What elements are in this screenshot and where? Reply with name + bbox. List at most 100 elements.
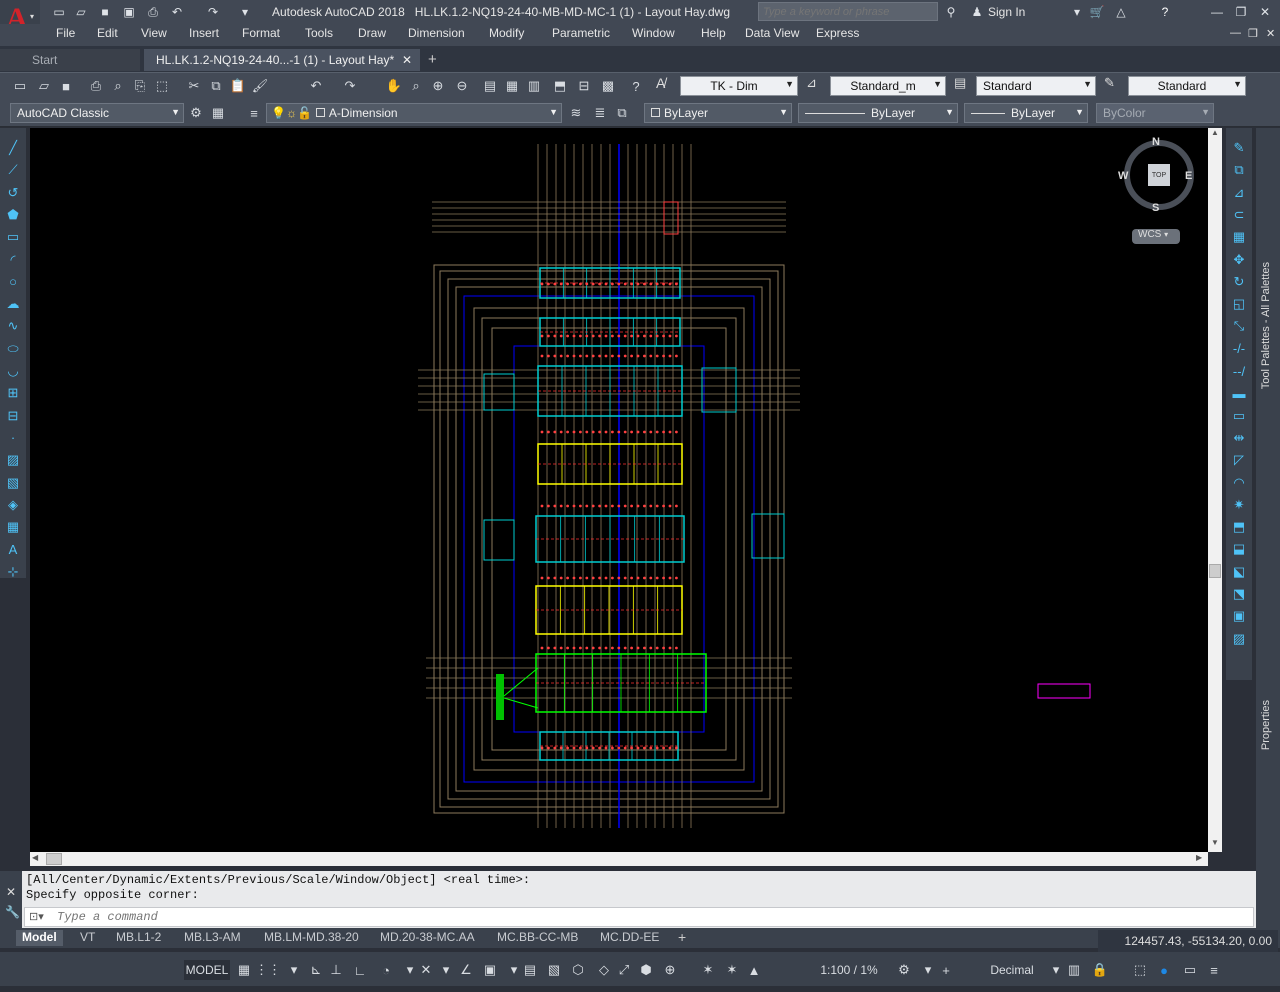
quick-properties-icon[interactable]: ▥	[1064, 960, 1084, 980]
trim-icon[interactable]: -/-	[1228, 339, 1250, 359]
zoom-window-icon[interactable]: ⊕	[428, 76, 448, 96]
close-icon[interactable]: ✕	[6, 885, 16, 899]
menu-parametric[interactable]: Parametric	[552, 26, 610, 40]
layout-tab[interactable]: MD.20-38-MC.AA	[374, 930, 481, 946]
help-icon[interactable]: ?	[626, 76, 646, 96]
plot-icon[interactable]: ⎙	[86, 76, 106, 96]
rotate-icon[interactable]: ↻	[1228, 272, 1250, 292]
units-button[interactable]: Decimal	[982, 960, 1042, 980]
command-window-handle[interactable]: ✕ 🔧	[0, 871, 22, 929]
search-input[interactable]	[759, 3, 937, 20]
break-icon[interactable]: ▭	[1228, 406, 1250, 426]
layout-tab[interactable]: MB.L3-AM	[178, 930, 247, 946]
menu-format[interactable]: Format	[242, 26, 280, 40]
annotation-visibility-icon[interactable]: ✶	[698, 960, 718, 980]
menu-dimension[interactable]: Dimension	[408, 26, 465, 40]
layer-combo[interactable]: 💡☼🔓 A-Dimension ▼	[266, 103, 562, 123]
wcs-menu[interactable]: WCS ▾	[1132, 229, 1180, 244]
scroll-left-icon[interactable]: ◀	[32, 853, 38, 862]
user-icon[interactable]: ♟	[968, 3, 986, 21]
layout-tab[interactable]: MC.DD-EE	[594, 930, 665, 946]
coordinates-readout[interactable]: 124457.43, -55134.20, 0.00	[1098, 930, 1278, 952]
autoscale-icon[interactable]: ✶	[722, 960, 742, 980]
ortho-icon[interactable]: ∟	[350, 960, 370, 980]
binoculars-icon[interactable]: ⚲	[942, 3, 960, 21]
3d-osnap-icon[interactable]: ◇	[594, 960, 614, 980]
polyline-icon[interactable]: ↺	[2, 183, 24, 203]
mleaderstyle-combo[interactable]: Standard_m ▼	[830, 76, 946, 96]
minimize-icon[interactable]: —	[1208, 3, 1226, 21]
qat-customize-icon[interactable]: ▾	[236, 3, 254, 21]
model-space-canvas[interactable]: TOP N S E W WCS ▾	[30, 128, 1208, 852]
clean-screen-icon[interactable]: ▭	[1180, 960, 1200, 980]
menu-express[interactable]: Express	[816, 26, 859, 40]
layout-tab[interactable]: MB.LM-MD.38-20	[258, 930, 365, 946]
layout-tab[interactable]: VT	[74, 930, 101, 946]
viewcube[interactable]: TOP	[1124, 140, 1194, 210]
arc-icon[interactable]: ◜	[2, 250, 24, 270]
selection-filter-icon[interactable]: ⬢	[636, 960, 656, 980]
layout-tab[interactable]: MB.L1-2	[110, 930, 167, 946]
transparency-icon[interactable]: ▧	[544, 960, 564, 980]
move-icon[interactable]: ✥	[1228, 250, 1250, 270]
mirror-icon[interactable]: ⊿	[1228, 183, 1250, 203]
annomonitor-icon[interactable]: +	[936, 960, 956, 980]
designcenter-icon[interactable]: ▦	[502, 76, 522, 96]
gradient-icon[interactable]: ▧	[2, 473, 24, 493]
tablestyle-combo[interactable]: Standard ▼	[976, 76, 1096, 96]
compass-n[interactable]: N	[1152, 136, 1160, 148]
polygon-icon[interactable]: ⬟	[2, 205, 24, 225]
ellipse-arc-icon[interactable]: ◡	[2, 361, 24, 381]
scroll-up-icon[interactable]: ▲	[1211, 128, 1219, 137]
hatch-back-icon[interactable]: ▨	[1228, 629, 1250, 649]
add-layout-button[interactable]: +	[678, 929, 686, 945]
viewcube-top[interactable]: TOP	[1148, 164, 1170, 186]
circle-icon[interactable]: ○	[2, 272, 24, 292]
join-icon[interactable]: ⇹	[1228, 428, 1250, 448]
explode-icon[interactable]: ✷	[1228, 495, 1250, 515]
lineweight-combo[interactable]: ByLayer ▼	[964, 103, 1088, 123]
make-block-icon[interactable]: ⊟	[2, 406, 24, 426]
annotation-scale[interactable]: 1:100 / 1%	[812, 960, 886, 980]
construction-line-icon[interactable]: ⟋	[2, 160, 24, 180]
open-icon[interactable]: ▱	[72, 3, 90, 21]
command-input-box[interactable]: ⊡▾	[24, 907, 1254, 927]
zoom-realtime-icon[interactable]: ⌕	[406, 76, 426, 96]
hardware-accel-icon[interactable]: ●	[1154, 960, 1174, 980]
hscroll-thumb[interactable]	[46, 853, 62, 865]
selection-cycling-icon[interactable]: ⬡	[568, 960, 588, 980]
compass-w[interactable]: W	[1118, 170, 1128, 182]
customize-icon[interactable]: ≡	[1204, 960, 1224, 980]
draworder-front-icon[interactable]: ⬒	[1228, 517, 1250, 537]
doc-min-icon[interactable]: —	[1230, 27, 1241, 39]
chamfer-icon[interactable]: ◸	[1228, 450, 1250, 470]
snap-icon[interactable]: ⋮⋮	[255, 960, 281, 980]
extend-icon[interactable]: --/	[1228, 361, 1250, 381]
help-icon[interactable]: ?	[1156, 3, 1174, 21]
polar-icon[interactable]: ◔	[376, 960, 396, 980]
tool-palettes-label[interactable]: Tool Palettes - All Palettes	[1260, 262, 1272, 389]
isodraft-icon[interactable]: ✕	[416, 960, 436, 980]
region-icon[interactable]: ◈	[2, 495, 24, 515]
menu-help[interactable]: Help	[701, 26, 726, 40]
snap-menu-icon[interactable]: ▾	[284, 960, 304, 980]
fillet-icon[interactable]: ◠	[1228, 473, 1250, 493]
compass-s[interactable]: S	[1152, 202, 1159, 214]
preview-icon[interactable]: ⌕	[108, 76, 128, 96]
scale-icon[interactable]: ◱	[1228, 294, 1250, 314]
sign-in-link[interactable]: Sign In	[988, 5, 1025, 19]
draworder-back-icon[interactable]: ⬓	[1228, 539, 1250, 559]
dynamic-input-icon[interactable]: ⊥	[326, 960, 346, 980]
line-icon[interactable]: ╱	[2, 138, 24, 158]
menu-draw[interactable]: Draw	[358, 26, 386, 40]
draworder-above-icon[interactable]: ⬕	[1228, 562, 1250, 582]
cart-icon[interactable]: 🛒	[1088, 3, 1106, 21]
menu-window[interactable]: Window	[632, 26, 675, 40]
copy-object-icon[interactable]: ⧉	[1228, 160, 1250, 180]
cut-icon[interactable]: ✂	[184, 76, 204, 96]
zoom-prev-icon[interactable]: ⊖	[452, 76, 472, 96]
quickcalc-icon[interactable]: ▩	[598, 76, 618, 96]
menu-modify[interactable]: Modify	[489, 26, 524, 40]
isolate-icon[interactable]: ⬚	[1130, 960, 1150, 980]
insert-block-icon[interactable]: ⊞	[2, 383, 24, 403]
